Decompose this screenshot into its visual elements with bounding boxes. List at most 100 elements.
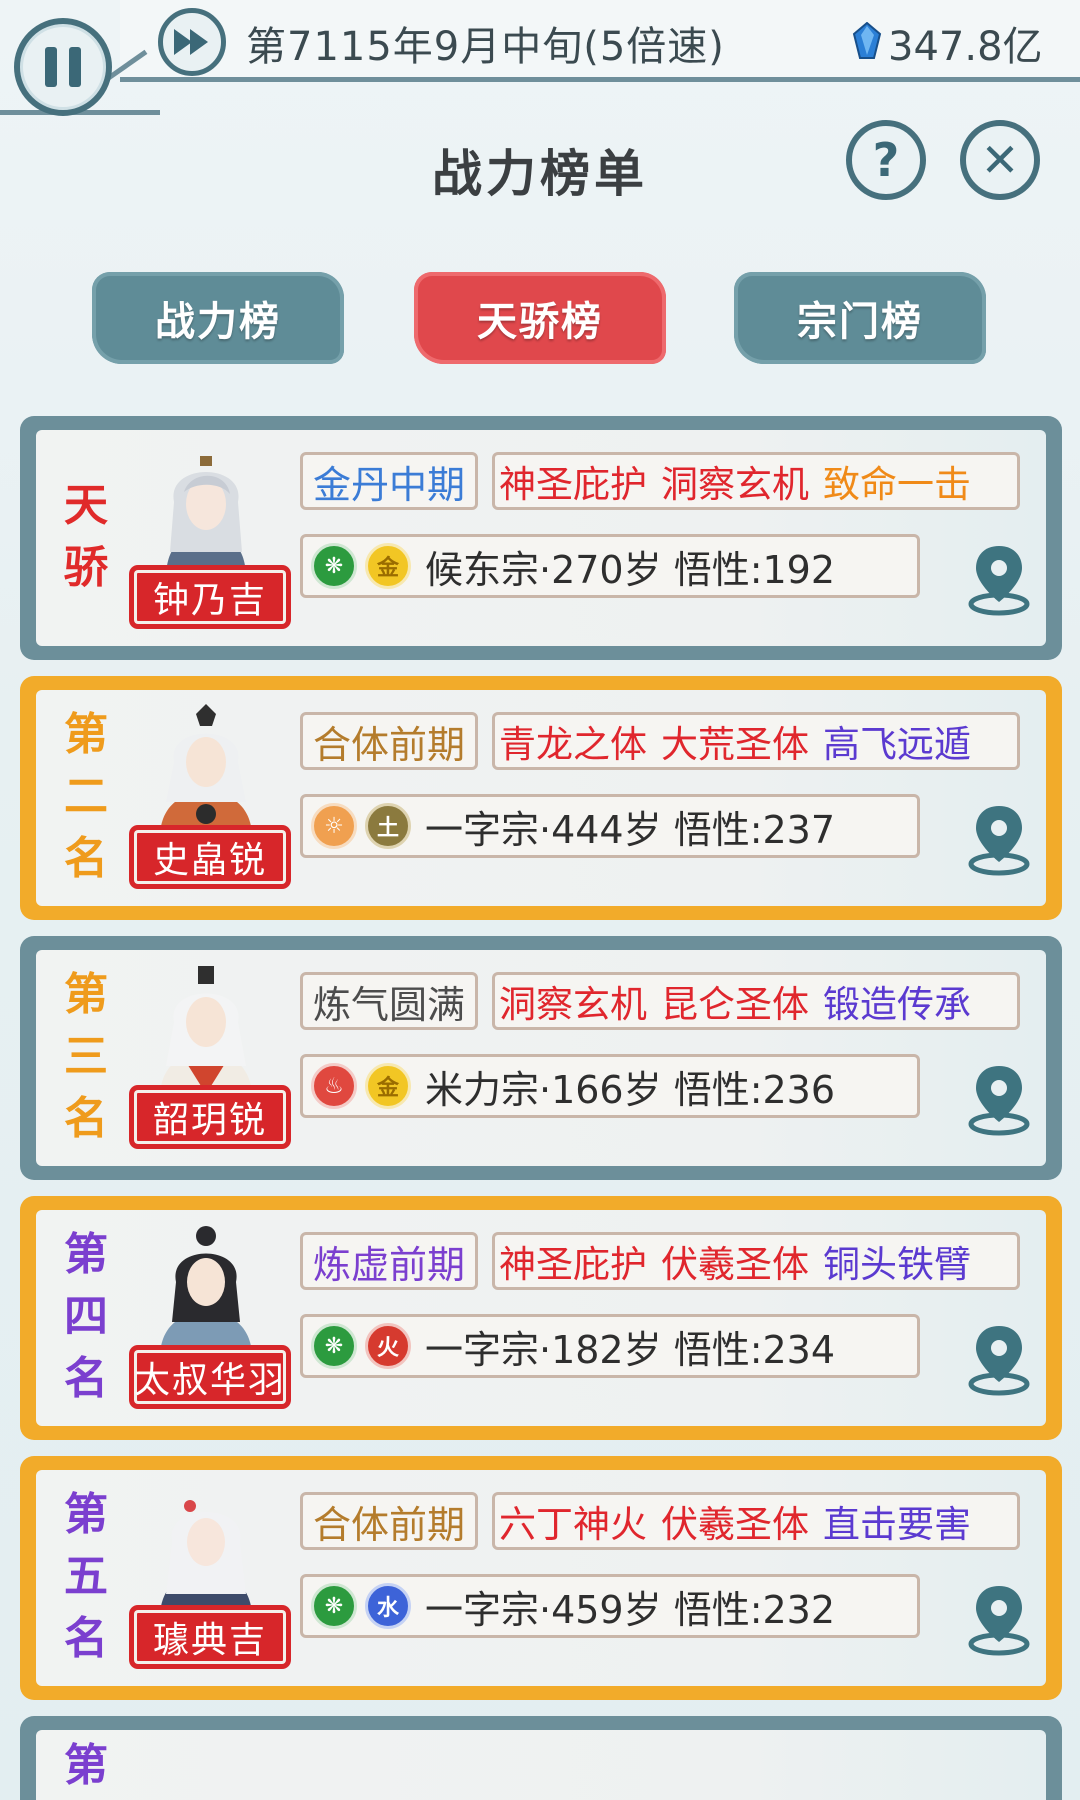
- character-name[interactable]: 史皛锐: [134, 830, 286, 884]
- rank-char: 天: [64, 480, 108, 531]
- location-pin-icon[interactable]: [966, 1062, 1032, 1136]
- pause-icon: [45, 47, 57, 87]
- leaf-emblem-icon: ❋: [311, 543, 357, 589]
- trait: 直击要害: [823, 1503, 971, 1546]
- trait: 六丁神火: [499, 1503, 647, 1546]
- trait: 高飞远遁: [823, 723, 971, 766]
- phoenix-emblem-icon: ♨: [311, 1063, 357, 1109]
- rank-label: 天 骄: [56, 444, 116, 630]
- rank-char: 二: [64, 771, 108, 822]
- character-name[interactable]: 璩典吉: [134, 1610, 286, 1664]
- rank-char: 骄: [64, 542, 108, 593]
- card-body: 第 二 名 史皛锐 合体前期 青龙之体 大荒圣体 高飞远遁 ☼ 土 一字宗·44…: [36, 690, 1046, 906]
- fast-forward-icon: [174, 29, 208, 55]
- info-box: ♨ 金 米力宗·166岁 悟性:236: [300, 1054, 920, 1118]
- close-button[interactable]: ✕: [960, 120, 1040, 200]
- close-icon: ✕: [980, 133, 1020, 187]
- rank-char: 第: [64, 1489, 108, 1540]
- ranking-card[interactable]: 天 骄 钟乃吉 金丹中期 神圣庇护 洞察玄机 致命一击 ❋ 金 候东宗·270岁…: [20, 416, 1062, 660]
- location-pin-icon[interactable]: [966, 542, 1032, 616]
- trait: 致命一击: [823, 463, 971, 506]
- tab-sect-ranking[interactable]: 宗门榜: [734, 272, 986, 364]
- sect-age-insight: 一字宗·444岁 悟性:237: [425, 807, 836, 852]
- ranking-card[interactable]: 第 二 名 史皛锐 合体前期 青龙之体 大荒圣体 高飞远遁 ☼ 土 一字宗·44…: [20, 676, 1062, 920]
- rank-label: 第: [56, 1736, 116, 1796]
- leaf-emblem-icon: ❋: [311, 1323, 357, 1369]
- trait: 青龙之体: [499, 723, 647, 766]
- location-pin-icon[interactable]: [966, 1582, 1032, 1656]
- traits-box: 六丁神火 伏羲圣体 直击要害: [492, 1492, 1020, 1550]
- location-pin-icon[interactable]: [966, 802, 1032, 876]
- sect-age-insight: 米力宗·166岁 悟性:236: [425, 1067, 836, 1112]
- rank-char: 第: [64, 1740, 108, 1791]
- rank-char: 四: [64, 1291, 108, 1342]
- sun-emblem-icon: ☼: [311, 803, 357, 849]
- game-date: 第7115年9月中旬(5倍速): [246, 24, 725, 70]
- rank-char: 第: [64, 709, 108, 760]
- element-badge: 土: [365, 803, 411, 849]
- tab-power-ranking[interactable]: 战力榜: [92, 272, 344, 364]
- traits-box: 洞察玄机 昆仑圣体 锻造传承: [492, 972, 1020, 1030]
- element-badge: 水: [365, 1583, 411, 1629]
- trait: 洞察玄机: [499, 983, 647, 1026]
- trait: 伏羲圣体: [661, 1243, 809, 1286]
- cultivation-realm: 合体前期: [300, 712, 478, 770]
- info-box: ❋ 火 一字宗·182岁 悟性:234: [300, 1314, 920, 1378]
- pause-button[interactable]: [14, 18, 112, 116]
- trait: 神圣庇护: [499, 1243, 647, 1286]
- cultivation-realm: 炼虚前期: [300, 1232, 478, 1290]
- trait: 铜头铁臂: [823, 1243, 971, 1286]
- ranking-card[interactable]: 第 五 名 璩典吉 合体前期 六丁神火 伏羲圣体 直击要害 ❋ 水 一字宗·45…: [20, 1456, 1062, 1700]
- avatar[interactable]: [146, 1482, 266, 1614]
- pause-icon-bar: [69, 47, 81, 87]
- trait: 洞察玄机: [661, 463, 809, 506]
- cultivation-realm: 金丹中期: [300, 452, 478, 510]
- avatar[interactable]: [146, 442, 266, 574]
- ranking-card-partial[interactable]: 第: [20, 1716, 1062, 1800]
- cultivation-realm: 炼气圆满: [300, 972, 478, 1030]
- help-button[interactable]: ?: [846, 120, 926, 200]
- info-box: ❋ 金 候东宗·270岁 悟性:192: [300, 534, 920, 598]
- traits-box: 青龙之体 大荒圣体 高飞远遁: [492, 712, 1020, 770]
- rank-char: 三: [64, 1031, 108, 1082]
- traits-box: 神圣庇护 伏羲圣体 铜头铁臂: [492, 1232, 1020, 1290]
- trait: 昆仑圣体: [661, 983, 809, 1026]
- avatar[interactable]: [146, 1222, 266, 1354]
- avatar[interactable]: [146, 702, 266, 834]
- element-badge: 金: [365, 1063, 411, 1109]
- top-status-bar: 第7115年9月中旬(5倍速) 347.8亿: [0, 0, 1080, 150]
- rank-char: 第: [64, 969, 108, 1020]
- character-name[interactable]: 太叔华羽: [134, 1350, 286, 1404]
- element-badge: 火: [365, 1323, 411, 1369]
- cultivation-realm: 合体前期: [300, 1492, 478, 1550]
- character-name[interactable]: 韶玥锐: [134, 1090, 286, 1144]
- spirit-stone-icon: [852, 22, 882, 59]
- leaf-emblem-icon: ❋: [311, 1583, 357, 1629]
- rank-label: 第 四 名: [56, 1224, 116, 1410]
- character-name[interactable]: 钟乃吉: [134, 570, 286, 624]
- rank-char: 名: [64, 1353, 108, 1404]
- rank-label: 第 三 名: [56, 964, 116, 1150]
- rank-label: 第 五 名: [56, 1484, 116, 1670]
- ranking-card[interactable]: 第 三 名 韶玥锐 炼气圆满 洞察玄机 昆仑圣体 锻造传承 ♨ 金 米力宗·16…: [20, 936, 1062, 1180]
- trait: 锻造传承: [823, 983, 971, 1026]
- fast-forward-button[interactable]: [158, 8, 226, 76]
- trait: 神圣庇护: [499, 463, 647, 506]
- location-pin-icon[interactable]: [966, 1322, 1032, 1396]
- card-body: 第 四 名 太叔华羽 炼虚前期 神圣庇护 伏羲圣体 铜头铁臂 ❋ 火 一字宗·1…: [36, 1210, 1046, 1426]
- info-box: ☼ 土 一字宗·444岁 悟性:237: [300, 794, 920, 858]
- info-box: ❋ 水 一字宗·459岁 悟性:232: [300, 1574, 920, 1638]
- element-badge: 金: [365, 543, 411, 589]
- ranking-card[interactable]: 第 四 名 太叔华羽 炼虚前期 神圣庇护 伏羲圣体 铜头铁臂 ❋ 火 一字宗·1…: [20, 1196, 1062, 1440]
- card-body: 第: [36, 1730, 1046, 1800]
- currency-amount: 347.8亿: [888, 24, 1043, 70]
- tab-prodigy-ranking[interactable]: 天骄榜: [414, 272, 666, 364]
- rank-char: 名: [64, 833, 108, 884]
- trait: 大荒圣体: [661, 723, 809, 766]
- trait: 伏羲圣体: [661, 1503, 809, 1546]
- rank-char: 第: [64, 1229, 108, 1280]
- sect-age-insight: 候东宗·270岁 悟性:192: [425, 547, 836, 592]
- sect-age-insight: 一字宗·182岁 悟性:234: [425, 1327, 836, 1372]
- rank-label: 第 二 名: [56, 704, 116, 890]
- avatar[interactable]: [146, 962, 266, 1094]
